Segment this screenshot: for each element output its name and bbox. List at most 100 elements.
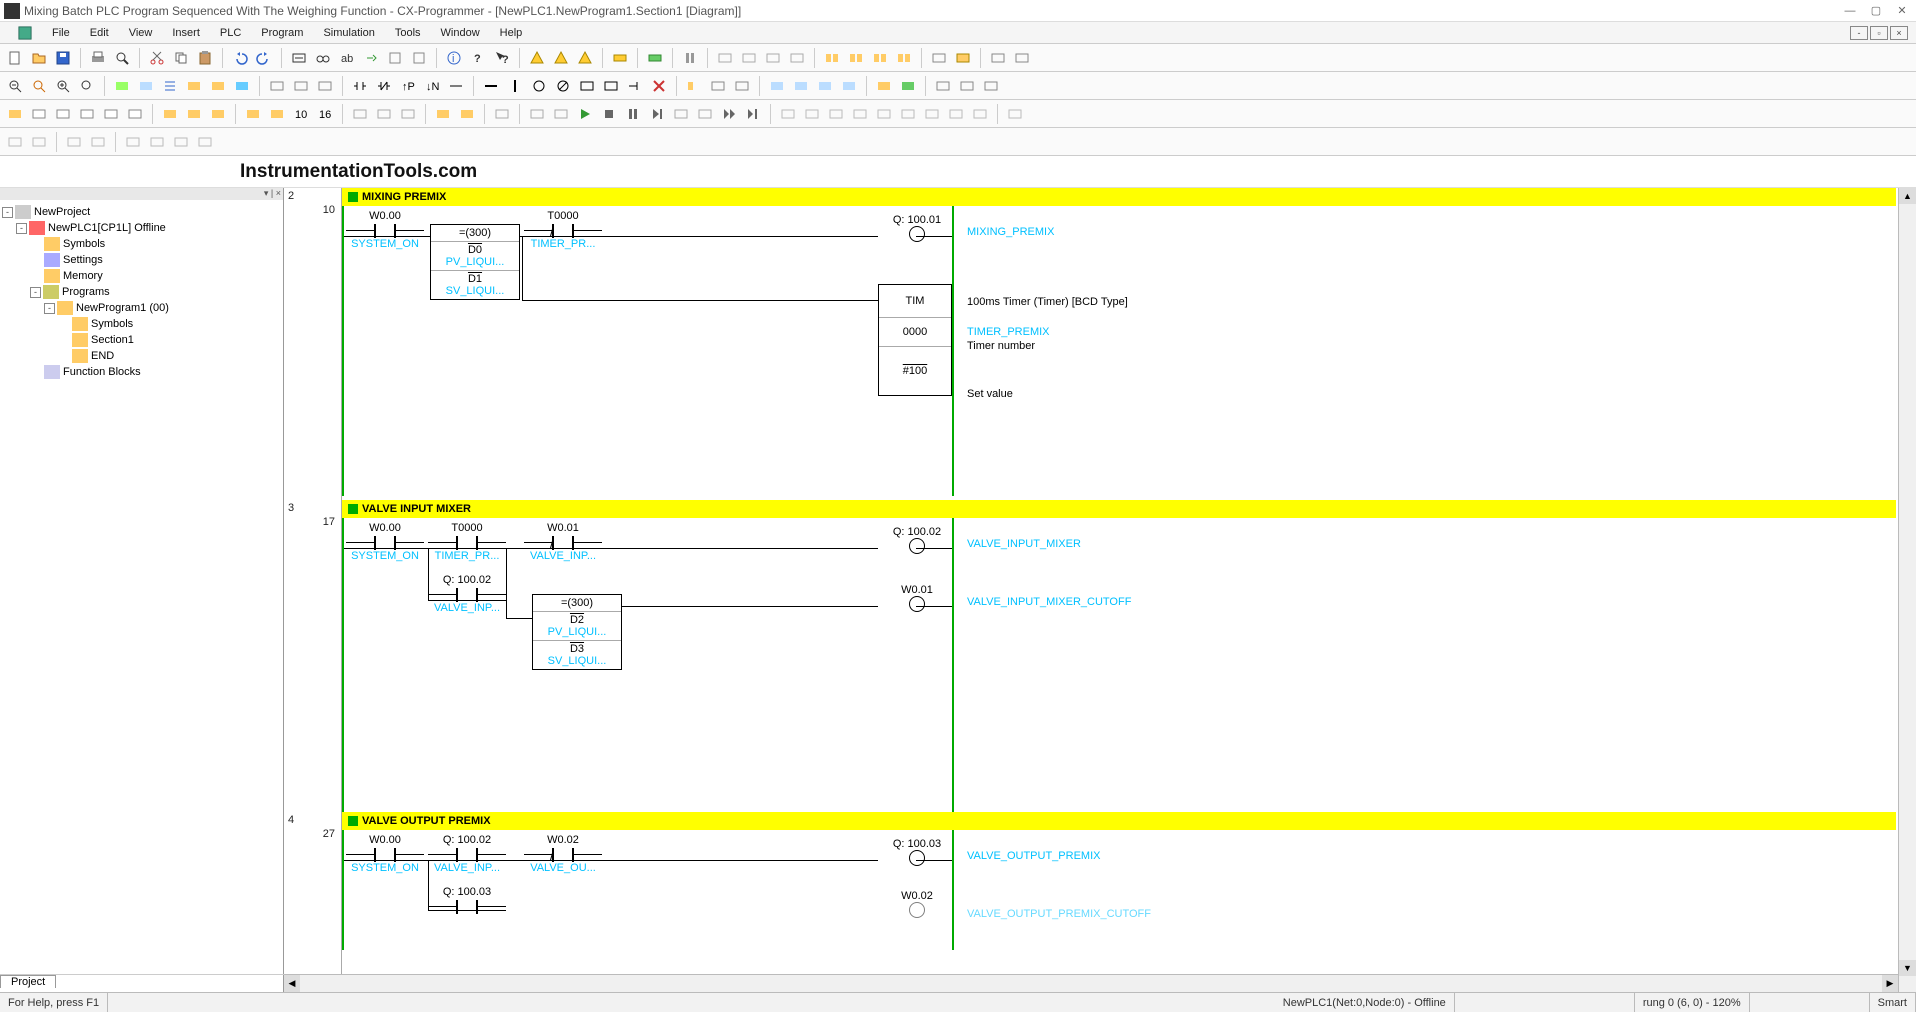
open-icon[interactable]: [28, 47, 50, 69]
replace-icon[interactable]: ab: [336, 47, 358, 69]
new-icon[interactable]: [4, 47, 26, 69]
transfer-icon[interactable]: [644, 47, 666, 69]
rung2-timer-box[interactable]: TIM 0000 #100: [878, 284, 952, 396]
toolbar-btn-26[interactable]: [314, 75, 336, 97]
toolbar-btn-a9[interactable]: [207, 103, 229, 125]
toolbar-btn-a17[interactable]: [456, 103, 478, 125]
toolbar-btn-a22[interactable]: [694, 103, 716, 125]
toolbar-btn-28[interactable]: [600, 75, 622, 97]
rung4-coil-cutoff[interactable]: W0.02: [878, 890, 956, 918]
toolbar-btn-a2[interactable]: [28, 103, 50, 125]
zoom-out-icon[interactable]: [4, 75, 26, 97]
info-icon[interactable]: i: [443, 47, 465, 69]
tree-memory[interactable]: Memory: [2, 268, 281, 284]
goto-icon[interactable]: [360, 47, 382, 69]
toolbar-btn-a5[interactable]: [100, 103, 122, 125]
menu-tools[interactable]: Tools: [385, 22, 431, 43]
toolbar-btn-15[interactable]: [869, 47, 891, 69]
copy-icon[interactable]: [170, 47, 192, 69]
menu-window[interactable]: Window: [431, 22, 490, 43]
zoom-fit-icon[interactable]: [28, 75, 50, 97]
rung2-header[interactable]: MIXING PREMIX: [342, 188, 1896, 206]
coil-icon[interactable]: [528, 75, 550, 97]
close-button[interactable]: ✕: [1892, 3, 1912, 19]
toolbar-btn-a12[interactable]: 10: [290, 103, 312, 125]
save-icon[interactable]: [52, 47, 74, 69]
tree-symbols[interactable]: Symbols: [2, 236, 281, 252]
toolbar-btn-11[interactable]: [762, 47, 784, 69]
toolbar-btn-24[interactable]: [266, 75, 288, 97]
toolbar-btn-27[interactable]: [445, 75, 467, 97]
tree-settings[interactable]: Settings: [2, 252, 281, 268]
toolbar-btn-40[interactable]: [956, 75, 978, 97]
find-icon[interactable]: [288, 47, 310, 69]
toolbar-btn-b4[interactable]: [87, 131, 109, 153]
toolbar-btn-a6[interactable]: [124, 103, 146, 125]
toolbar-btn-a28[interactable]: [849, 103, 871, 125]
rung3-contact-system-on[interactable]: W0.00SYSTEM_ON: [346, 522, 424, 562]
toolbar-btn-3[interactable]: [408, 47, 430, 69]
toolbar-btn-a26[interactable]: [801, 103, 823, 125]
list-icon[interactable]: [159, 75, 181, 97]
toolbar-btn-25[interactable]: [290, 75, 312, 97]
minimize-button[interactable]: —: [1840, 3, 1860, 19]
toolbar-btn-29[interactable]: [624, 75, 646, 97]
toolbar-btn-36[interactable]: [838, 75, 860, 97]
toolbar-btn-22[interactable]: [207, 75, 229, 97]
toolbar-btn-21[interactable]: [183, 75, 205, 97]
tree-root[interactable]: -NewProject: [2, 204, 281, 220]
menu-icon[interactable]: [8, 22, 42, 43]
menu-file[interactable]: File: [42, 22, 80, 43]
rung4-branch-contact[interactable]: Q: 100.03: [428, 886, 506, 914]
toolbar-btn-35[interactable]: [814, 75, 836, 97]
context-help-icon[interactable]: ?: [491, 47, 513, 69]
toolbar-btn-a21[interactable]: [670, 103, 692, 125]
toolbar-btn-b3[interactable]: [63, 131, 85, 153]
toolbar-btn-20[interactable]: [1011, 47, 1033, 69]
contact-no-icon[interactable]: [349, 75, 371, 97]
toolbar-btn-a27[interactable]: [825, 103, 847, 125]
toolbar-btn-b1[interactable]: [4, 131, 26, 153]
toolbar-btn-2[interactable]: [384, 47, 406, 69]
delete-icon[interactable]: [648, 75, 670, 97]
help-icon[interactable]: ?: [467, 47, 489, 69]
mdi-minimize-button[interactable]: -: [1850, 26, 1868, 40]
menu-plc[interactable]: PLC: [210, 22, 251, 43]
toolbar-btn-a1[interactable]: [4, 103, 26, 125]
rung2-contact-system-on[interactable]: W0.00SYSTEM_ON: [346, 210, 424, 250]
toolbar-btn-10[interactable]: [738, 47, 760, 69]
ladder-editor[interactable]: 2 10 3 17 4 27 MIXING PREMIX W0.00SYSTEM…: [284, 188, 1916, 992]
warning-icon[interactable]: [526, 47, 548, 69]
toolbar-btn-a31[interactable]: [921, 103, 943, 125]
toolbar-btn-a30[interactable]: [897, 103, 919, 125]
rung4-contact-system-on[interactable]: W0.00SYSTEM_ON: [346, 834, 424, 874]
toolbar-btn-a19[interactable]: [526, 103, 548, 125]
menu-simulation[interactable]: Simulation: [313, 22, 384, 43]
toolbar-btn-39[interactable]: [932, 75, 954, 97]
rung4-contact-valve-inp[interactable]: Q: 100.02VALVE_INP...: [428, 834, 506, 874]
toolbar-btn-14[interactable]: [845, 47, 867, 69]
toggle-icon-1[interactable]: [111, 75, 133, 97]
pause2-icon[interactable]: [622, 103, 644, 125]
toolbar-btn-a3[interactable]: [52, 103, 74, 125]
maximize-button[interactable]: ▢: [1866, 3, 1886, 19]
tree-fb[interactable]: Function Blocks: [2, 364, 281, 380]
toolbar-btn-b8[interactable]: [194, 131, 216, 153]
toolbar-btn-17[interactable]: [928, 47, 950, 69]
rung3-branch-contact[interactable]: Q: 100.02VALVE_INP...: [428, 574, 506, 614]
rung3-contact-timer[interactable]: T0000TIMER_PR...: [428, 522, 506, 562]
zoom-in-icon[interactable]: [52, 75, 74, 97]
toggle-icon-2[interactable]: [135, 75, 157, 97]
tree-program1[interactable]: -NewProgram1 (00): [2, 300, 281, 316]
toolbar-btn-a16[interactable]: [397, 103, 419, 125]
rung4-header[interactable]: VALVE OUTPUT PREMIX: [342, 812, 1896, 830]
play-icon[interactable]: [574, 103, 596, 125]
rung3-coil-valve-input-mixer[interactable]: Q: 100.02: [878, 526, 956, 554]
toolbar-btn-38[interactable]: [897, 75, 919, 97]
menu-view[interactable]: View: [119, 22, 163, 43]
hline-icon[interactable]: [480, 75, 502, 97]
tree-p-symbols[interactable]: Symbols: [2, 316, 281, 332]
rung2-compare-box[interactable]: =(300) D0PV_LIQUI... D1SV_LIQUI...: [430, 224, 520, 300]
toolbar-btn-23[interactable]: [231, 75, 253, 97]
toolbar-btn-a32[interactable]: [945, 103, 967, 125]
